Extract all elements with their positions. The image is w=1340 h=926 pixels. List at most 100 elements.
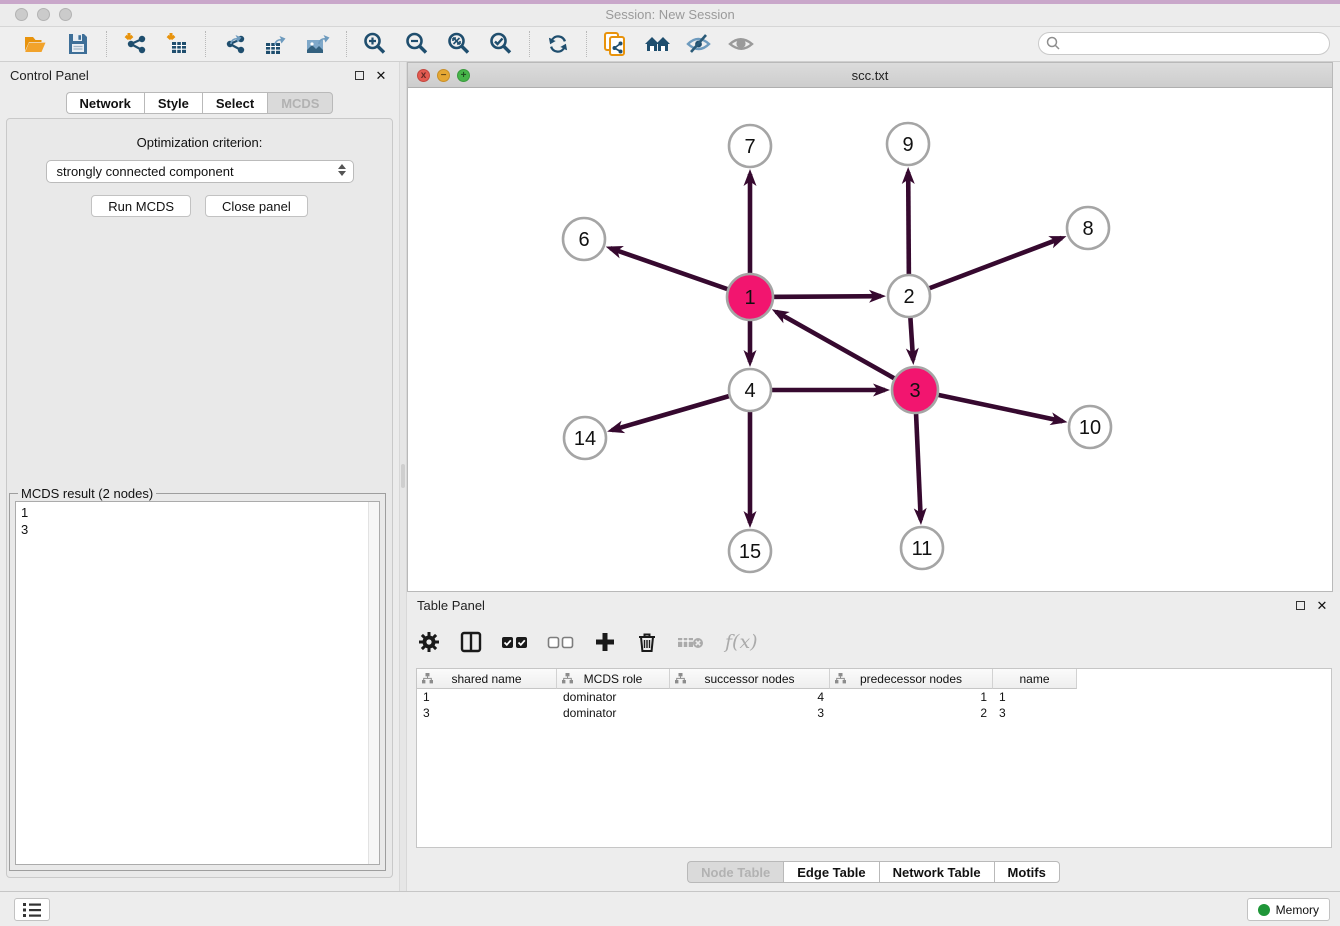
split-divider-vertical[interactable] <box>399 62 407 891</box>
tab-network-table[interactable]: Network Table <box>879 861 994 883</box>
toolbar-group-5 <box>587 30 769 58</box>
mcds-result-list[interactable]: 1 3 <box>15 501 380 865</box>
session-title: Session: New Session <box>0 7 1340 22</box>
column-header-MCDS-role[interactable]: MCDS role <box>557 669 670 689</box>
cell-1-4[interactable]: 3 <box>993 705 1077 721</box>
table-panel: Table Panel ✕ f(x) shared nameMCDS roles… <box>407 592 1340 891</box>
toolbar-group-0 <box>8 30 106 58</box>
deselect-all-icon[interactable] <box>547 630 575 654</box>
task-history-button[interactable] <box>14 898 50 921</box>
show-all-icon[interactable] <box>727 30 755 58</box>
edge-2-8[interactable] <box>909 238 1062 296</box>
export-table-icon[interactable] <box>262 30 290 58</box>
export-image-icon[interactable] <box>304 30 332 58</box>
cell-1-2[interactable]: 3 <box>670 705 830 721</box>
zoom-in-icon[interactable] <box>361 30 389 58</box>
column-header-name[interactable]: name <box>993 669 1077 689</box>
column-view-icon[interactable] <box>459 630 483 654</box>
mcds-result-title: MCDS result (2 nodes) <box>18 486 156 501</box>
node-2[interactable]: 2 <box>888 275 930 317</box>
tab-motifs[interactable]: Motifs <box>994 861 1060 883</box>
zoom-fit-icon[interactable] <box>445 30 473 58</box>
cell-0-1[interactable]: dominator <box>557 689 670 705</box>
tab-edge-table[interactable]: Edge Table <box>783 861 878 883</box>
import-table-icon[interactable] <box>163 30 191 58</box>
optimization-criterion-label: Optimization criterion: <box>7 135 392 150</box>
tab-style[interactable]: Style <box>144 92 202 114</box>
network-view-window: x − + scc.txt 7 9 6 8 1 2 4 3 14 10 15 11 <box>407 62 1333 592</box>
refresh-icon[interactable] <box>544 30 572 58</box>
titlebar-accent-strip <box>0 0 1340 4</box>
optimization-criterion-select[interactable]: strongly connected component <box>46 160 354 183</box>
cell-1-0[interactable]: 3 <box>417 705 557 721</box>
save-icon[interactable] <box>64 30 92 58</box>
app-titlebar: Session: New Session <box>0 0 1340 27</box>
tab-select[interactable]: Select <box>202 92 267 114</box>
cell-1-1[interactable]: dominator <box>557 705 670 721</box>
node-7[interactable]: 7 <box>729 125 771 167</box>
node-label-6: 6 <box>578 229 589 251</box>
node-1[interactable]: 1 <box>727 274 773 320</box>
column-header-successor-nodes[interactable]: successor nodes <box>670 669 830 689</box>
cell-0-2[interactable]: 4 <box>670 689 830 705</box>
float-table-panel-icon[interactable] <box>1292 597 1308 613</box>
search-input[interactable] <box>1038 32 1330 55</box>
toolbar-group-2 <box>206 30 346 58</box>
table-row-1[interactable]: 3dominator323 <box>417 705 1331 721</box>
float-panel-icon[interactable] <box>351 67 367 83</box>
hide-selected-icon[interactable] <box>685 30 713 58</box>
svg-text:f(x): f(x) <box>723 631 758 653</box>
node-8[interactable]: 8 <box>1067 207 1109 249</box>
control-panel-title: Control Panel <box>10 68 89 83</box>
mcds-result-group: MCDS result (2 nodes) 1 3 <box>9 493 386 871</box>
cell-0-0[interactable]: 1 <box>417 689 557 705</box>
node-6[interactable]: 6 <box>563 218 605 260</box>
tab-mcds[interactable]: MCDS <box>267 92 333 114</box>
column-type-icon <box>422 673 433 687</box>
tab-network[interactable]: Network <box>66 92 144 114</box>
split-handle-vertical[interactable] <box>401 464 405 488</box>
home-icon[interactable] <box>643 30 671 58</box>
delete-row-icon[interactable] <box>635 630 659 654</box>
export-network-icon[interactable] <box>220 30 248 58</box>
close-panel-icon[interactable]: ✕ <box>373 67 389 83</box>
cell-0-3[interactable]: 1 <box>830 689 993 705</box>
column-header-shared-name[interactable]: shared name <box>417 669 557 689</box>
node-14[interactable]: 14 <box>564 417 606 459</box>
cell-0-4[interactable]: 1 <box>993 689 1077 705</box>
result-scrollbar[interactable] <box>368 502 379 864</box>
node-label-8: 8 <box>1082 218 1093 240</box>
gear-icon[interactable] <box>417 630 441 654</box>
node-table[interactable]: shared nameMCDS rolesuccessor nodesprede… <box>416 668 1332 848</box>
node-label-7: 7 <box>744 136 755 158</box>
memory-button[interactable]: Memory <box>1247 898 1330 921</box>
select-all-icon[interactable] <box>501 630 529 654</box>
zoom-selected-icon[interactable] <box>487 30 515 58</box>
clone-network-icon[interactable] <box>601 30 629 58</box>
node-4[interactable]: 4 <box>729 369 771 411</box>
column-header-predecessor-nodes[interactable]: predecessor nodes <box>830 669 993 689</box>
close-panel-button[interactable]: Close panel <box>205 195 308 217</box>
node-9[interactable]: 9 <box>887 123 929 165</box>
cell-1-3[interactable]: 2 <box>830 705 993 721</box>
node-10[interactable]: 10 <box>1069 406 1111 448</box>
table-tabs: Node TableEdge TableNetwork TableMotifs <box>407 861 1340 883</box>
list-icon <box>22 902 42 918</box>
add-row-icon[interactable] <box>593 630 617 654</box>
node-15[interactable]: 15 <box>729 530 771 572</box>
node-11[interactable]: 11 <box>901 527 943 569</box>
table-panel-title: Table Panel <box>417 598 485 613</box>
network-canvas[interactable]: 7 9 6 8 1 2 4 3 14 10 15 11 <box>408 88 1332 591</box>
network-window-titlebar[interactable]: x − + scc.txt <box>408 63 1332 88</box>
optimization-criterion-value: strongly connected component <box>57 164 234 179</box>
node-3[interactable]: 3 <box>892 367 938 413</box>
close-table-panel-icon[interactable]: ✕ <box>1314 597 1330 613</box>
zoom-out-icon[interactable] <box>403 30 431 58</box>
import-network-icon[interactable] <box>121 30 149 58</box>
table-toolbar: f(x) <box>417 624 761 660</box>
open-folder-icon[interactable] <box>22 30 50 58</box>
table-row-0[interactable]: 1dominator411 <box>417 689 1331 705</box>
toolbar-group-1 <box>107 30 205 58</box>
tab-node-table[interactable]: Node Table <box>687 861 783 883</box>
run-mcds-button[interactable]: Run MCDS <box>91 195 191 217</box>
